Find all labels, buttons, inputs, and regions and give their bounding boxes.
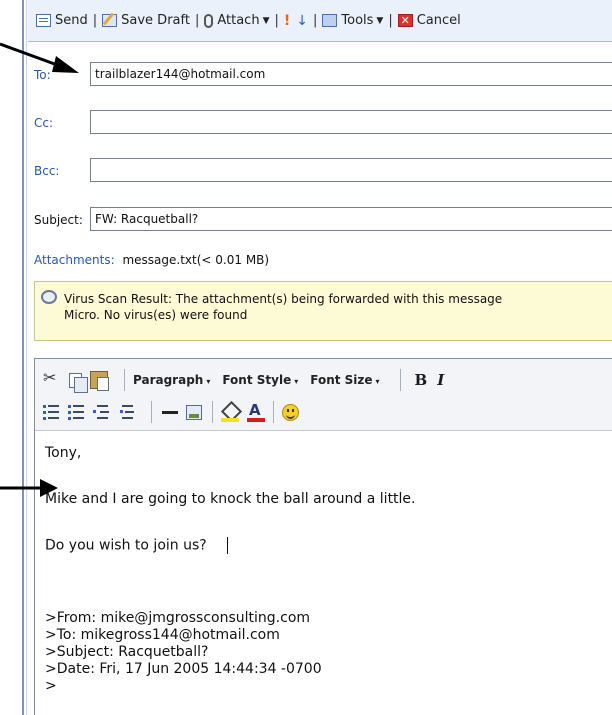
arrow-to-body <box>0 479 58 497</box>
annotation-arrows <box>0 42 79 497</box>
arrow-to-field <box>0 42 79 73</box>
